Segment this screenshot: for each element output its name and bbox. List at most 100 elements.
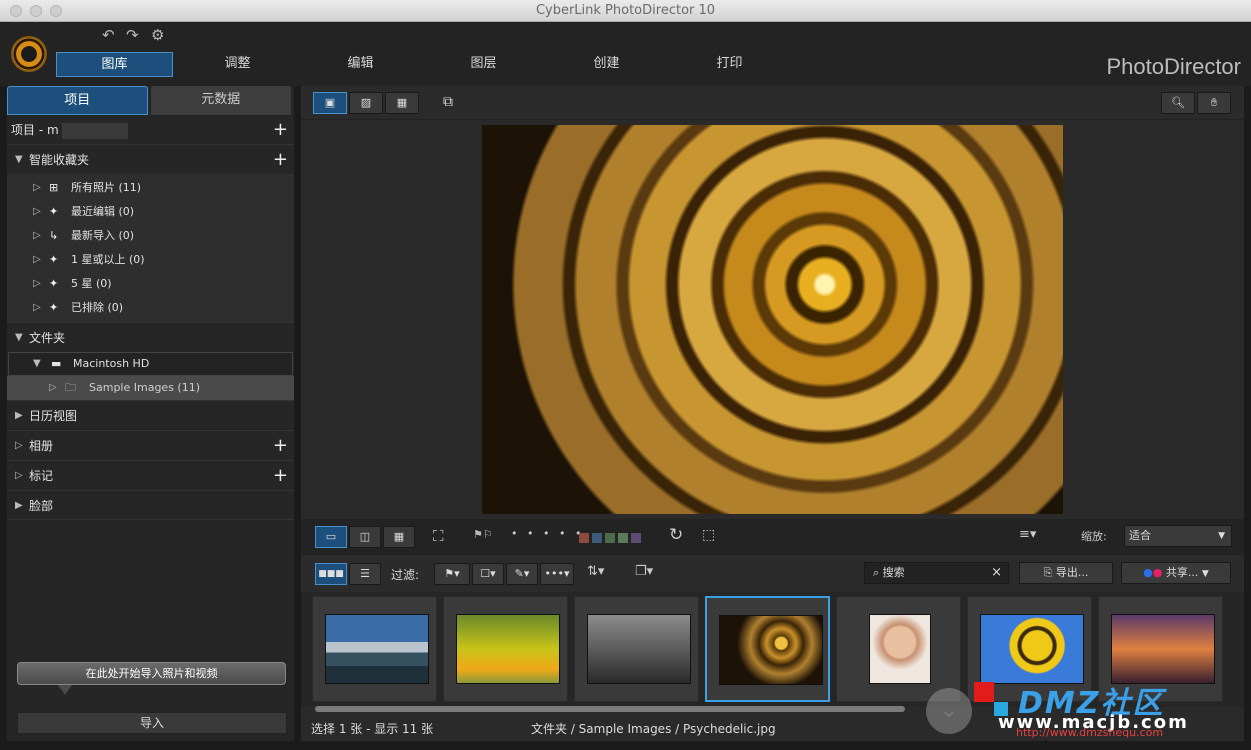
top-bar: ↶ ↷ ⚙ 图库 调整 编辑 图层 创建 打印 PhotoDirector bbox=[0, 22, 1251, 86]
hand-tool-button[interactable]: ✋︎ bbox=[1197, 92, 1231, 114]
calendar-view-header[interactable]: ▶ 日历视图 bbox=[7, 400, 294, 430]
color-label-blue[interactable] bbox=[592, 533, 602, 543]
loupe-view-button[interactable]: ▣ bbox=[313, 92, 347, 114]
filmstrip-scrollbar[interactable] bbox=[315, 706, 905, 712]
edit-filter-dropdown[interactable]: ✎▾ bbox=[506, 563, 538, 585]
search-icon: ⌕ bbox=[873, 566, 880, 579]
collapsed-caret-icon: ▷ bbox=[33, 230, 41, 241]
folders-header[interactable]: ▼ 文件夹 bbox=[7, 322, 294, 352]
tab-edit[interactable]: 编辑 bbox=[302, 52, 419, 77]
tab-metadata[interactable]: 元数据 bbox=[150, 86, 291, 115]
survey-view-icon: ▦ bbox=[393, 530, 405, 543]
rotate-icon[interactable]: ↻ bbox=[669, 525, 683, 545]
color-label-green[interactable] bbox=[605, 533, 615, 543]
survey-view-button[interactable]: ▦ bbox=[383, 526, 415, 548]
tab-library[interactable]: 图库 bbox=[56, 52, 173, 77]
smart-item-new-import[interactable]: ▷ ↳ 最新导入 (0) bbox=[7, 224, 294, 248]
color-label-purple[interactable] bbox=[631, 533, 641, 543]
smart-item-all[interactable]: ▷ ⊞ 所有照片 (11) bbox=[7, 176, 294, 200]
undo-icon[interactable]: ↶ bbox=[102, 26, 115, 44]
color-labels[interactable] bbox=[579, 533, 641, 543]
collapsed-caret-icon: ▷ bbox=[15, 470, 23, 481]
tab-print[interactable]: 打印 bbox=[671, 52, 788, 77]
tab-layers[interactable]: 图层 bbox=[425, 52, 542, 77]
watermark: ⌄ DMZ社区 www.macjb.com http://www.dmzsheq… bbox=[926, 680, 1246, 740]
color-label-red[interactable] bbox=[579, 533, 589, 543]
rating-dots[interactable]: • • • • • bbox=[511, 527, 584, 540]
import-button[interactable]: 导入 bbox=[17, 712, 287, 734]
smart-item-5star[interactable]: ▷ ✦ 5 星 (0) bbox=[7, 272, 294, 296]
sort-order-icon[interactable]: ⇅▾ bbox=[587, 564, 604, 579]
folder-icon: 🗀 bbox=[65, 381, 76, 394]
thumbnail-mode-button[interactable]: ■■■ bbox=[315, 563, 347, 585]
smart-collections-header[interactable]: ▼ 智能收藏夹 + bbox=[7, 144, 294, 174]
sort-menu-icon[interactable]: ≡▾ bbox=[1019, 527, 1036, 542]
thumbnail[interactable] bbox=[574, 596, 699, 702]
filter-label: 过滤: bbox=[391, 568, 420, 582]
watermark-red-square bbox=[974, 682, 994, 702]
single-view-button[interactable]: ▭ bbox=[315, 526, 347, 548]
zoom-tool-button[interactable]: 🔍︎ bbox=[1161, 92, 1195, 114]
second-display-button[interactable]: ⧉ bbox=[433, 92, 463, 114]
more-filter-dropdown[interactable]: •••▾ bbox=[540, 563, 574, 585]
color-filter-dropdown[interactable]: ☐▾ bbox=[472, 563, 504, 585]
smart-item-1star[interactable]: ▷ ✦ 1 星或以上 (0) bbox=[7, 248, 294, 272]
left-panel: 项目 元数据 项目 - m + ▼ 智能收藏夹 + ▷ ⊞ 所有照片 (11) ▷ ✦… bbox=[7, 86, 294, 741]
import-hint-tooltip: 在此处开始导入照片和视频 bbox=[17, 662, 286, 695]
clear-search-icon[interactable]: × bbox=[991, 563, 1002, 583]
collapsed-caret-icon: ▷ bbox=[33, 278, 41, 289]
grid-view-button[interactable]: ▦ bbox=[385, 92, 419, 114]
faces-header[interactable]: ▶ 脸部 bbox=[7, 490, 294, 520]
thumbnail-selected[interactable] bbox=[705, 596, 830, 702]
collapsed-caret-icon: ▷ bbox=[33, 206, 41, 217]
share-button[interactable]: ●● 共享... ▼ bbox=[1121, 562, 1231, 584]
zoom-window-icon[interactable] bbox=[50, 5, 62, 17]
flag-icon[interactable]: ⚑⚐ bbox=[473, 528, 493, 541]
viewer-controls-toolbar: ▭ ◫ ▦ ⛶ ⚑⚐ • • • • • ↻ ⬚ ≡▾ 缩放: 适合 ▼ bbox=[301, 519, 1244, 555]
color-label-olive[interactable] bbox=[618, 533, 628, 543]
smart-item-recent[interactable]: ▷ ✦ 最近编辑 (0) bbox=[7, 200, 294, 224]
main-tabs: 图库 调整 编辑 图层 创建 打印 bbox=[56, 52, 794, 77]
zoom-select[interactable]: 适合 ▼ bbox=[1124, 525, 1232, 547]
tab-project[interactable]: 项目 bbox=[7, 86, 148, 115]
drive-row[interactable]: ▼ ▬ Macintosh HD bbox=[8, 352, 293, 376]
export-icon: ⎘ bbox=[1043, 566, 1053, 579]
folder-row-sample-images[interactable]: ▷ 🗀 Sample Images (11) bbox=[7, 376, 294, 400]
app-logo bbox=[11, 36, 47, 72]
single-view-icon: ▭ bbox=[325, 530, 337, 543]
minimize-window-icon[interactable] bbox=[30, 5, 42, 17]
add-project-icon[interactable]: + bbox=[273, 116, 288, 144]
add-tag-icon[interactable]: + bbox=[273, 461, 288, 491]
add-smart-collection-icon[interactable]: + bbox=[273, 145, 288, 175]
tab-adjust[interactable]: 调整 bbox=[179, 52, 296, 77]
close-window-icon[interactable] bbox=[10, 5, 22, 17]
stack-icon[interactable]: ❐▾ bbox=[635, 564, 653, 579]
redo-icon[interactable]: ↷ bbox=[126, 26, 139, 44]
add-album-icon[interactable]: + bbox=[273, 431, 288, 461]
project-row[interactable]: 项目 - m + bbox=[7, 116, 294, 144]
main-area: ▣ ▨ ▦ ⧉ 🔍︎ ✋︎ ▭ ◫ ▦ ⛶ ⚑⚐ • • • • • ↻ ⬚ ≡… bbox=[301, 86, 1244, 741]
thumbnail-image bbox=[1111, 614, 1215, 684]
albums-header[interactable]: ▷ 相册 + bbox=[7, 430, 294, 460]
list-icon: ☰ bbox=[360, 567, 370, 580]
second-display-icon: ⧉ bbox=[443, 94, 453, 110]
export-button[interactable]: ⎘ 导出... bbox=[1019, 562, 1113, 584]
face-tag-icon[interactable]: ⛶ bbox=[433, 527, 444, 545]
smart-item-excluded[interactable]: ▷ ✦ 已排除 (0) bbox=[7, 296, 294, 320]
image-icon: ▨ bbox=[360, 96, 372, 109]
filter-toolbar: ■■■ ☰ 过滤: ⚑▾ ☐▾ ✎▾ •••▾ ⇅▾ ❐▾ ⌕ 搜索 × ⎘ 导… bbox=[301, 556, 1244, 592]
settings-icon[interactable]: ⚙ bbox=[151, 26, 164, 44]
collapsed-caret-icon: ▶ bbox=[15, 410, 23, 421]
thumbnail[interactable] bbox=[312, 596, 437, 702]
grid-icon: ▦ bbox=[396, 96, 408, 109]
compare-view-button[interactable]: ◫ bbox=[349, 526, 381, 548]
window-controls[interactable] bbox=[10, 5, 62, 17]
list-mode-button[interactable]: ☰ bbox=[349, 563, 381, 585]
viewer-button[interactable]: ▨ bbox=[349, 92, 383, 114]
tags-header[interactable]: ▷ 标记 + bbox=[7, 460, 294, 490]
tab-create[interactable]: 创建 bbox=[548, 52, 665, 77]
thumbnail[interactable] bbox=[443, 596, 568, 702]
crop-icon[interactable]: ⬚ bbox=[702, 527, 715, 543]
search-input[interactable]: ⌕ 搜索 × bbox=[864, 562, 1009, 584]
flag-filter-dropdown[interactable]: ⚑▾ bbox=[434, 563, 470, 585]
